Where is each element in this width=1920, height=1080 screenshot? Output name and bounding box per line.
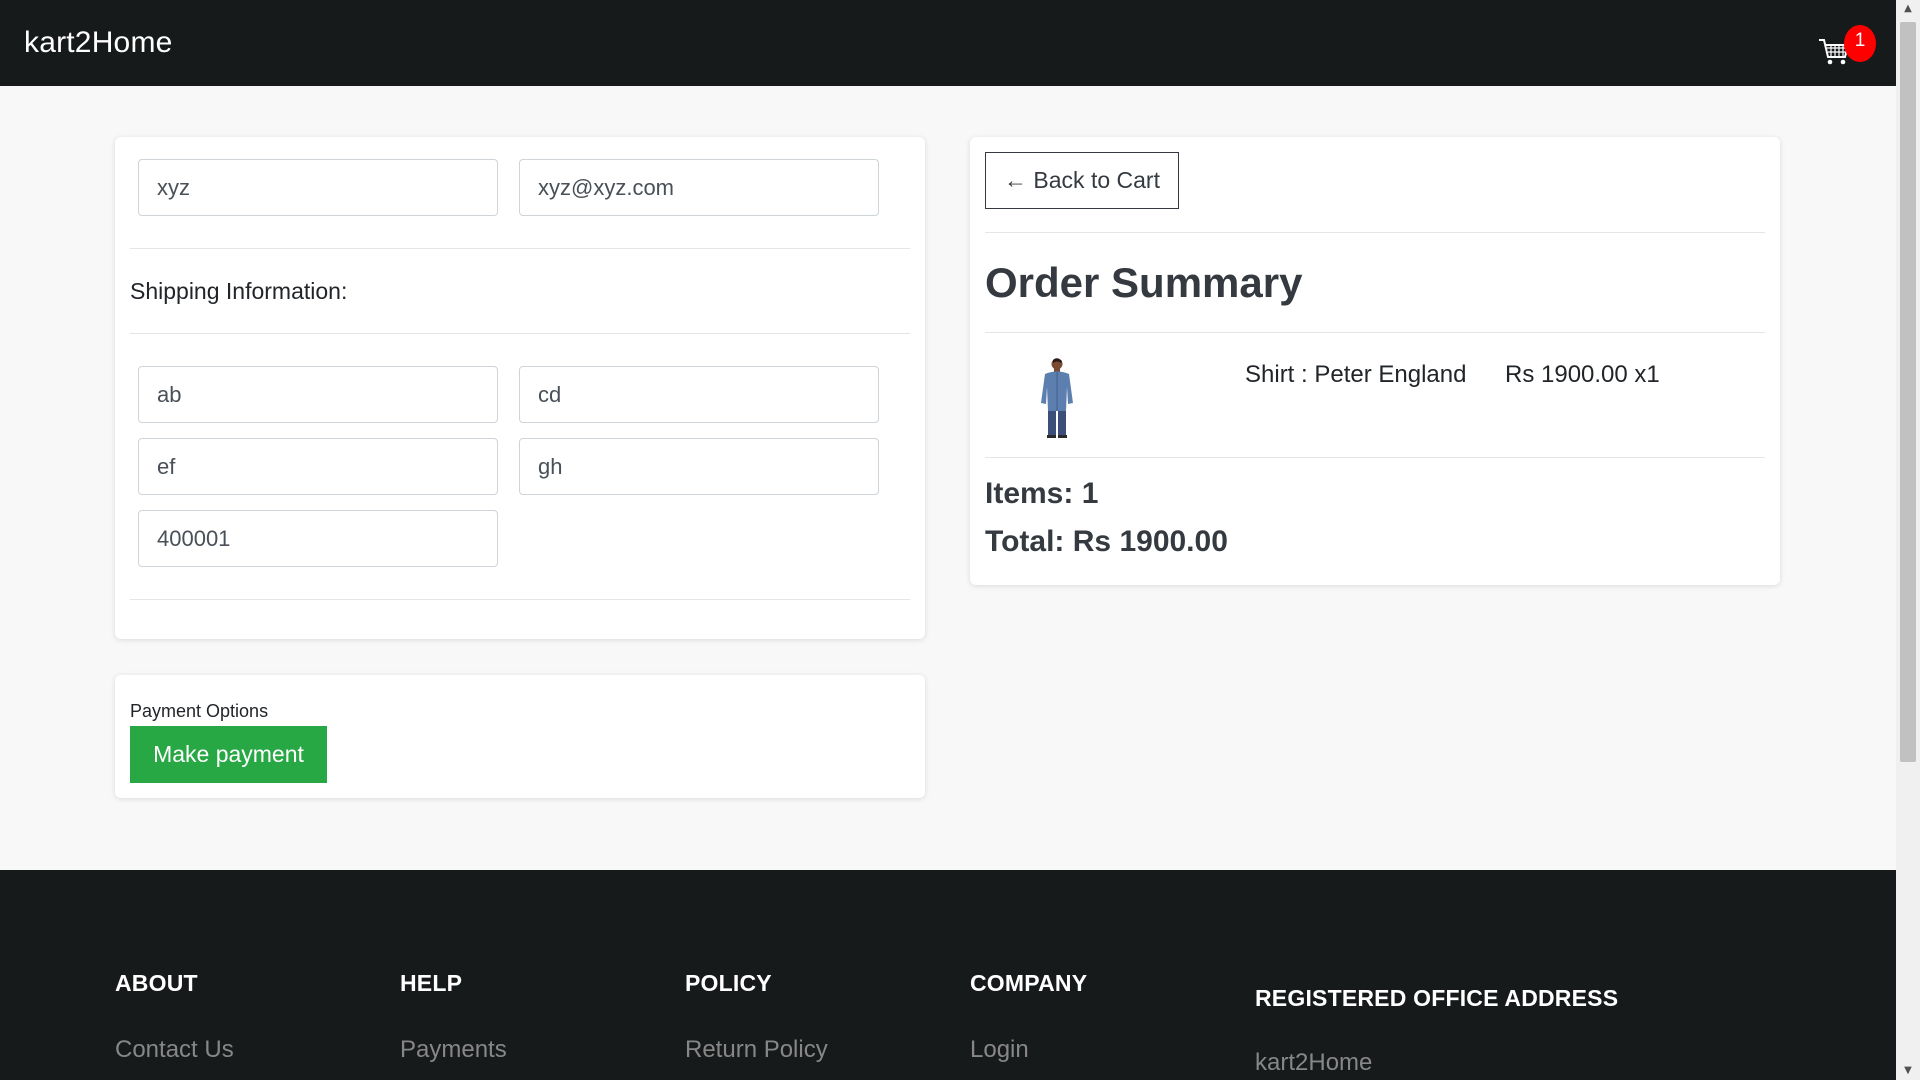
payment-options-label: Payment Options [130, 701, 269, 721]
order-total: Total: Rs 1900.00 [985, 525, 1228, 558]
footer-link-login[interactable]: Login [970, 1036, 1029, 1064]
address-field[interactable] [138, 366, 498, 423]
divider [130, 599, 910, 600]
footer-heading-about: ABOUT [115, 970, 198, 996]
scroll-up-arrow-icon[interactable]: ▲ [1896, 0, 1920, 18]
shirt-product-image [1041, 358, 1073, 438]
country-field[interactable] [519, 438, 879, 495]
make-payment-button[interactable]: Make payment [130, 726, 327, 783]
divider [985, 457, 1765, 458]
footer-heading-office-address: REGISTERED OFFICE ADDRESS [1255, 985, 1619, 1011]
divider [130, 333, 910, 334]
order-summary-title: Order Summary [985, 259, 1303, 306]
email-field[interactable] [519, 159, 879, 216]
footer-link-payments[interactable]: Payments [400, 1036, 507, 1064]
checkout-form-card: Shipping Information: [115, 137, 925, 639]
divider [985, 332, 1765, 333]
back-to-cart-button[interactable]: ← Back to Cart [985, 152, 1179, 209]
scroll-down-arrow-icon[interactable]: ▼ [1896, 1062, 1920, 1080]
brand-logo[interactable]: kart2Home [24, 26, 173, 60]
zipcode-field[interactable] [138, 510, 498, 567]
footer-address-text: kart2Home [1255, 1049, 1373, 1076]
footer-heading-policy: POLICY [685, 970, 772, 996]
payment-card: Payment Options Make payment [115, 675, 925, 798]
page-scrollbar[interactable]: ▲ ▼ [1896, 0, 1920, 1080]
cart-button[interactable]: 1 [1810, 15, 1876, 75]
footer-heading-company: COMPANY [970, 970, 1088, 996]
top-navbar: kart2Home 1 [0, 0, 1896, 86]
divider [130, 248, 910, 249]
item-name: Shirt : Peter England [1245, 361, 1467, 388]
cart-count-badge: 1 [1844, 25, 1876, 62]
site-footer: ABOUT Contact Us HELP Payments POLICY Re… [0, 870, 1896, 1080]
city-field[interactable] [519, 366, 879, 423]
shipping-heading: Shipping Information: [130, 278, 348, 304]
state-field[interactable] [138, 438, 498, 495]
footer-link-contact-us[interactable]: Contact Us [115, 1036, 234, 1064]
footer-link-return-policy[interactable]: Return Policy [685, 1036, 828, 1064]
order-summary-card: ← Back to Cart Order Summary Shirt : Pet… [970, 137, 1780, 585]
items-count: Items: 1 [985, 477, 1099, 510]
name-field[interactable] [138, 159, 498, 216]
item-price: Rs 1900.00 x1 [1505, 361, 1660, 388]
footer-heading-help: HELP [400, 970, 463, 996]
divider [985, 232, 1765, 233]
scroll-thumb[interactable] [1900, 22, 1916, 762]
